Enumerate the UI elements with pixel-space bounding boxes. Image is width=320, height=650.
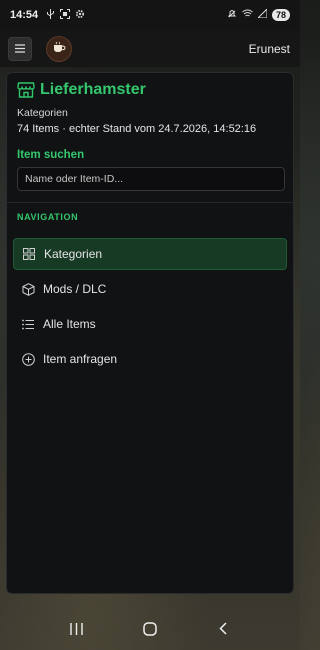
system-nav-bar [0, 612, 300, 650]
navigation-drawer: Lieferhamster Kategorien 74 Items · echt… [6, 72, 294, 594]
app-logo[interactable] [46, 35, 72, 62]
drawer-header: Lieferhamster [7, 73, 293, 99]
nav-item-label: Kategorien [44, 247, 103, 261]
recents-icon [70, 622, 83, 640]
gear-icon [75, 9, 85, 22]
hamburger-icon [15, 42, 25, 56]
app-name: Lieferhamster [40, 81, 146, 98]
nav-item-item-anfragen[interactable]: Item anfragen [13, 343, 287, 375]
search-label: Item suchen [17, 149, 85, 161]
signal-icon [256, 7, 268, 21]
nav-heading: NAVIGATION [17, 212, 79, 222]
back-icon [219, 622, 227, 640]
nav-list: Kategorien Mods / DLC Alle Items Item an… [7, 222, 293, 375]
nav-item-label: Item anfragen [43, 352, 118, 366]
coffee-cup-icon [52, 40, 66, 58]
user-name[interactable]: Erunest [249, 42, 292, 56]
list-icon [21, 317, 35, 331]
status-time: 14:54 [10, 9, 39, 21]
back-button[interactable] [208, 619, 238, 643]
grid-icon [22, 247, 36, 261]
nav-item-alle-items[interactable]: Alle Items [13, 308, 287, 340]
menu-button[interactable] [8, 36, 32, 61]
recents-button[interactable] [62, 619, 92, 643]
plus-circle-icon [21, 352, 35, 366]
app-bar: Erunest [0, 30, 300, 67]
nav-item-kategorien[interactable]: Kategorien [13, 238, 287, 270]
nav-item-label: Mods / DLC [43, 282, 107, 296]
item-count-status: 74 Items · echter Stand vom 24.7.2026, 1… [17, 123, 257, 135]
nav-item-mods-dlc[interactable]: Mods / DLC [13, 273, 287, 305]
box-icon [21, 282, 35, 296]
screenshot-icon [60, 8, 71, 22]
current-section: Kategorien [17, 107, 68, 119]
store-icon [17, 82, 35, 98]
search-input[interactable] [17, 167, 285, 191]
nav-item-label: Alle Items [43, 317, 96, 331]
home-icon [143, 621, 157, 641]
mute-icon [227, 9, 237, 22]
wifi-icon [242, 9, 253, 21]
usb-icon [46, 8, 55, 22]
battery-level: 78 [271, 9, 290, 21]
status-bar: 14:54 78 [0, 0, 300, 30]
home-button[interactable] [135, 619, 165, 643]
